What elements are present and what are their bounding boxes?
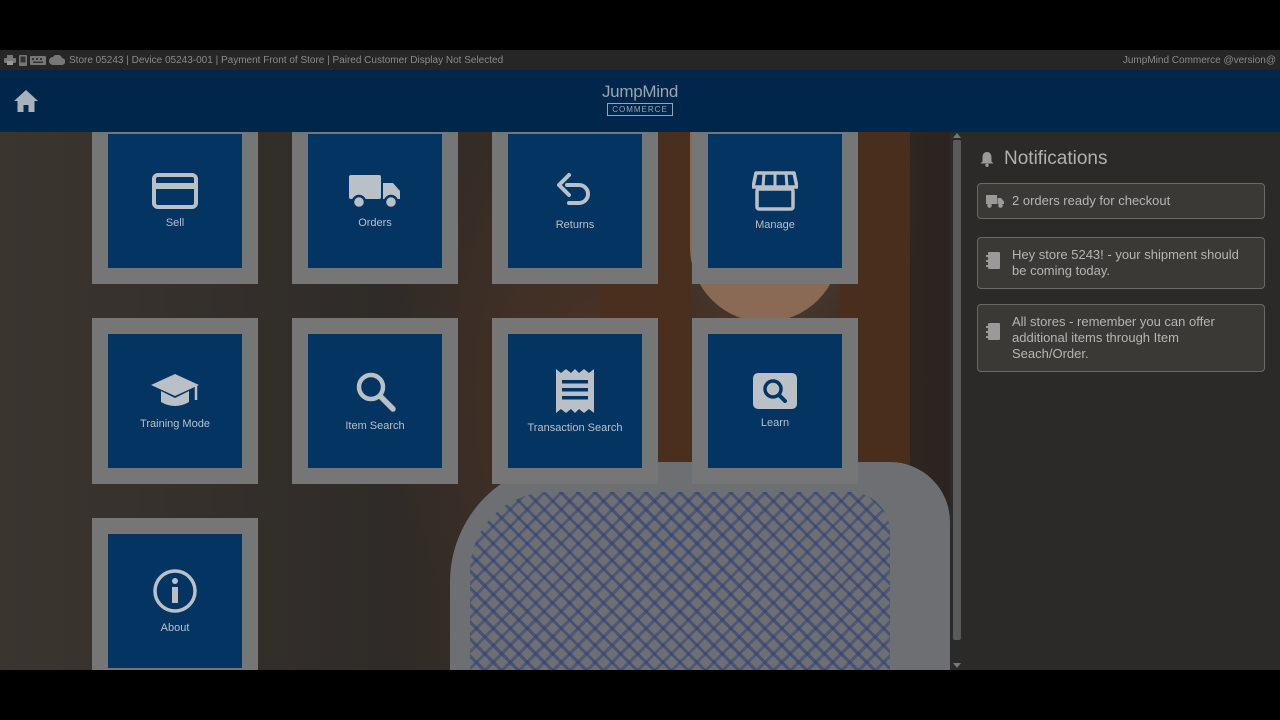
app-logo: JumpMind COMMERCE — [600, 82, 680, 116]
tile-training-mode: Training Mode — [92, 318, 258, 484]
home-button[interactable] — [12, 87, 40, 115]
truck-icon — [349, 175, 400, 209]
notification-item[interactable]: All stores - remember you can offer addi… — [977, 304, 1265, 372]
bell-icon — [980, 152, 994, 167]
tile-item-search: Item Search — [292, 318, 458, 484]
tile-returns: Returns — [492, 132, 658, 284]
tile-learn: Learn — [692, 318, 858, 484]
tile-label: Sell — [165, 217, 185, 229]
bottom-letterbox — [0, 670, 1280, 720]
truck-icon — [986, 195, 1004, 208]
notification-text: Hey store 5243! - your shipment should b… — [1012, 247, 1239, 278]
magnifier-icon — [356, 372, 396, 412]
info-icon — [153, 569, 197, 613]
main-scrollbar[interactable] — [950, 132, 964, 670]
returns-button[interactable]: Returns — [508, 134, 642, 268]
tile-orders: Orders — [292, 132, 458, 284]
status-text: Store 05243 | Device 05243-001 | Payment… — [69, 54, 504, 66]
learn-button[interactable]: Learn — [708, 334, 842, 468]
scroll-up-arrow[interactable] — [953, 133, 961, 138]
notification-item[interactable]: 2 orders ready for checkout — [977, 183, 1265, 219]
app-screen: Store 05243 | Device 05243-001 | Payment… — [0, 0, 1280, 720]
sell-button[interactable]: Sell — [108, 134, 242, 268]
tile-label: Transaction Search — [527, 422, 623, 434]
book-icon — [986, 323, 1000, 340]
receipt-icon — [556, 369, 594, 413]
status-icons — [4, 54, 65, 66]
status-bar: Store 05243 | Device 05243-001 | Payment… — [0, 50, 1280, 70]
store-icon — [752, 171, 798, 211]
notification-item[interactable]: Hey store 5243! - your shipment should b… — [977, 237, 1265, 289]
tile-label: Manage — [755, 219, 795, 231]
home-icon — [14, 90, 38, 112]
tile-sell: Sell — [92, 132, 258, 284]
search-box-icon — [753, 373, 797, 409]
manage-button[interactable]: Manage — [708, 134, 842, 268]
cloud-icon — [49, 55, 65, 65]
app-version: JumpMind Commerce @version@ — [1122, 54, 1276, 66]
printer-icon — [4, 55, 16, 65]
header: JumpMind COMMERCE — [0, 70, 1280, 132]
orders-button[interactable]: Orders — [308, 134, 442, 268]
graduation-cap-icon — [151, 374, 199, 406]
tile-label: Returns — [555, 219, 595, 231]
scroll-down-arrow[interactable] — [953, 663, 961, 668]
notification-text: All stores - remember you can offer addi… — [1012, 314, 1215, 361]
about-button[interactable]: About — [108, 534, 242, 668]
tile-transaction-search: Transaction Search — [492, 318, 658, 484]
notification-text: 2 orders ready for checkout — [1012, 193, 1171, 208]
keyboard-icon — [30, 55, 46, 65]
phone-icon — [19, 54, 27, 66]
tile-manage: Manage — [692, 132, 858, 284]
tile-label: Orders — [358, 217, 392, 229]
tile-about: About — [92, 518, 258, 670]
tile-label: Item Search — [345, 420, 405, 432]
undo-icon — [557, 173, 590, 205]
notifications-panel: Notifications 2 orders ready for checkou… — [964, 132, 1280, 670]
tile-label: About — [160, 622, 190, 634]
notifications-title: Notifications — [1004, 148, 1108, 169]
main-area: Sell Orders Returns Manage Training Mode… — [0, 132, 950, 670]
tile-label: Training Mode — [140, 418, 210, 430]
status-left: Store 05243 | Device 05243-001 | Payment… — [4, 54, 504, 66]
book-icon — [986, 252, 1000, 269]
notifications-header: Notifications — [980, 148, 1108, 170]
tile-label: Learn — [760, 417, 790, 429]
background-photo-detail — [470, 492, 890, 670]
credit-card-icon — [152, 173, 198, 209]
item-search-button[interactable]: Item Search — [308, 334, 442, 468]
scroll-thumb[interactable] — [953, 140, 961, 640]
logo-text: JumpMind — [601, 82, 679, 101]
transaction-search-button[interactable]: Transaction Search — [508, 334, 642, 468]
training-mode-button[interactable]: Training Mode — [108, 334, 242, 468]
logo-subtext: COMMERCE — [607, 103, 673, 116]
